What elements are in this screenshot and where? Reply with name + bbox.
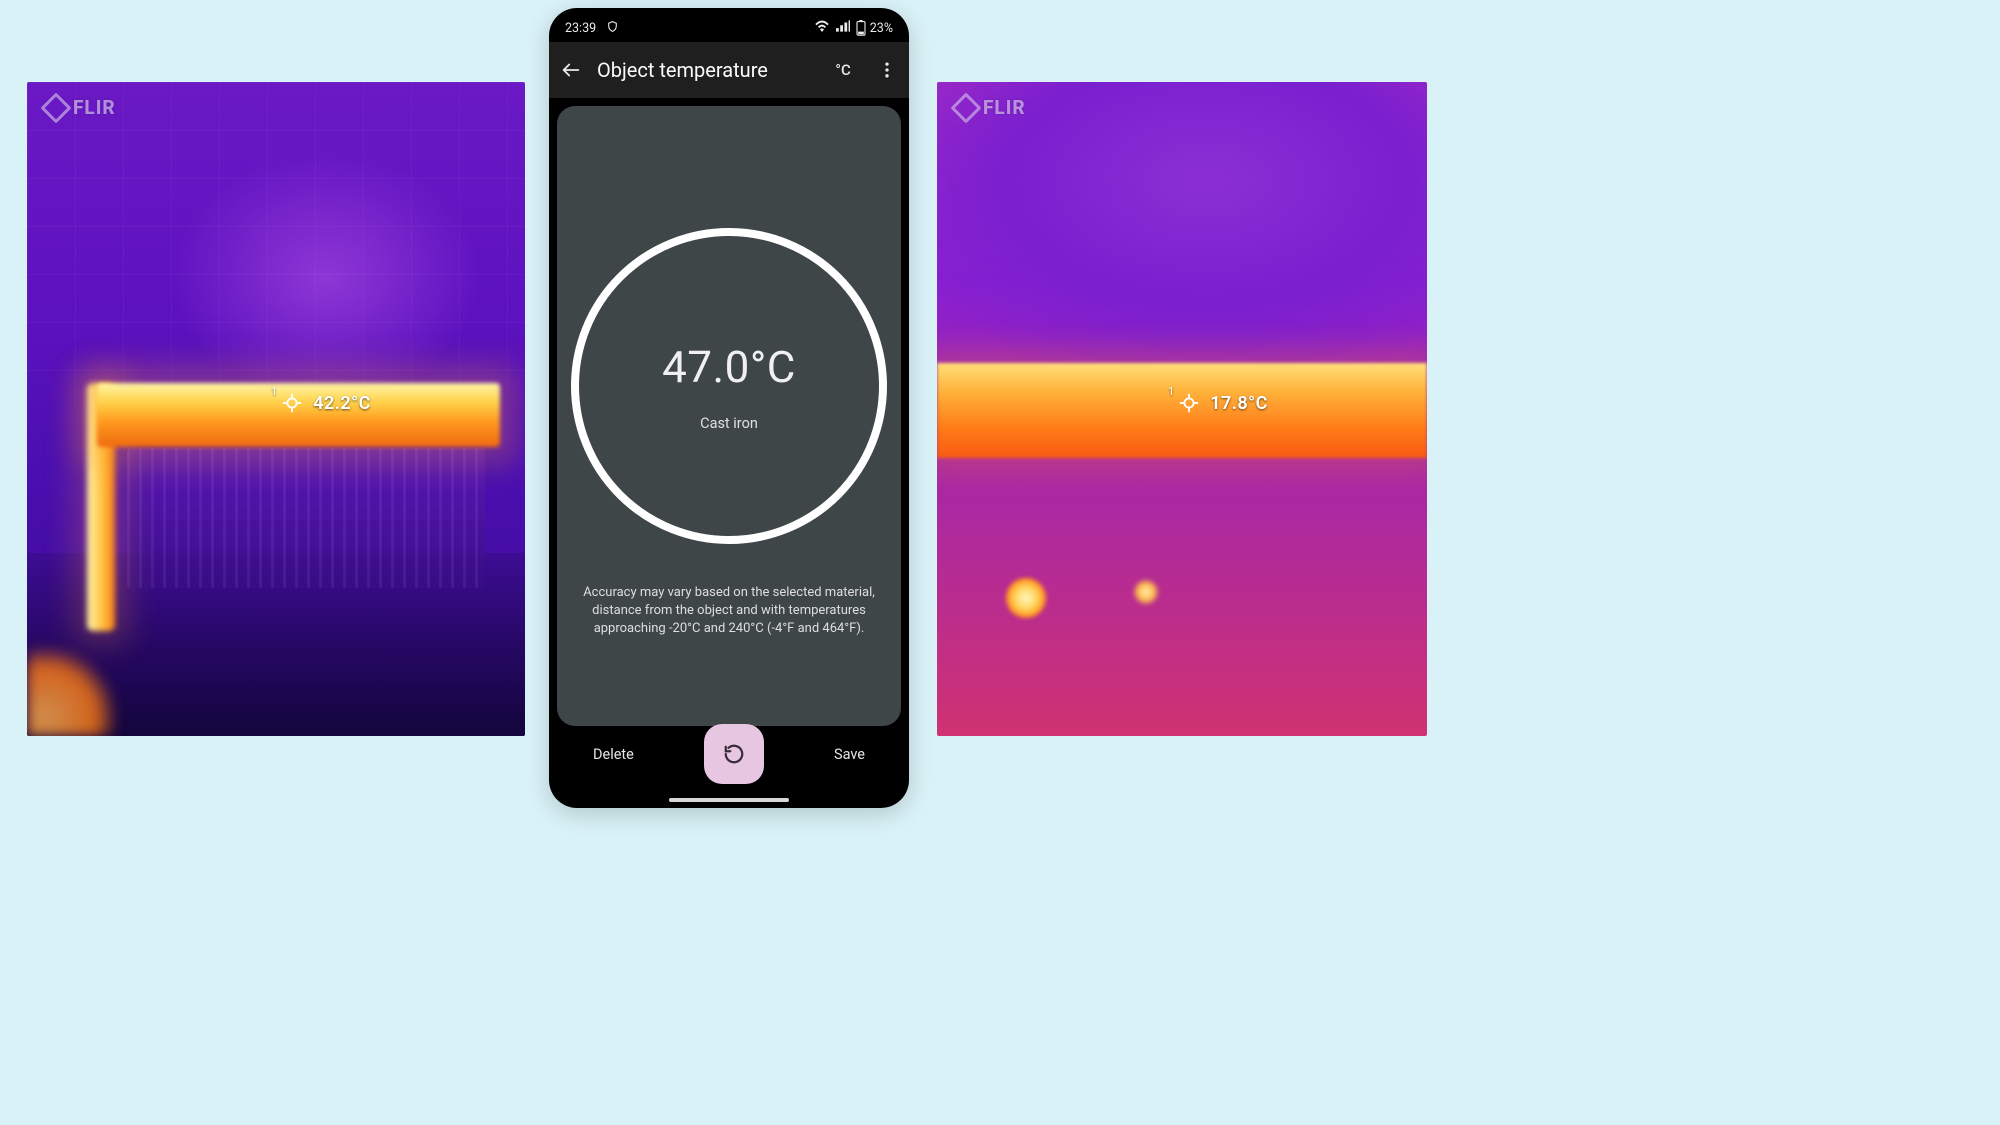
radiator-shape [127, 448, 486, 588]
spot-reading: 42.2°C [313, 393, 371, 414]
app-bar: Object temperature °C [549, 42, 909, 98]
spot-marker: 1 17.8°C [1162, 392, 1268, 414]
privacy-shield-icon [606, 19, 619, 38]
spot-index: 1 [1168, 385, 1174, 398]
battery-percent: 23% [870, 21, 893, 36]
app-title: Object temperature [597, 58, 811, 82]
flir-diamond-icon [950, 92, 981, 123]
crosshair-icon [1178, 392, 1200, 414]
cell-signal-icon [836, 20, 850, 36]
phone-frame: 23:39 [549, 8, 909, 808]
delete-button[interactable]: Delete [587, 736, 640, 773]
lamp-glow [1006, 578, 1046, 618]
action-row: Delete Save [549, 724, 909, 784]
flir-watermark: FLIR [955, 96, 1026, 119]
flir-text: FLIR [73, 96, 116, 119]
refresh-button[interactable] [704, 724, 764, 784]
flir-diamond-icon [40, 92, 71, 123]
refresh-icon [723, 743, 745, 765]
temperature-ring: 47.0°C Cast iron [571, 228, 887, 544]
corner-glow [27, 646, 117, 736]
flir-watermark: FLIR [45, 96, 116, 119]
back-button[interactable] [559, 58, 583, 82]
unit-toggle-button[interactable]: °C [825, 52, 861, 88]
overflow-menu-button[interactable] [875, 58, 899, 82]
accuracy-disclaimer: Accuracy may vary based on the selected … [575, 584, 883, 638]
thermal-image-right: FLIR 1 17.8°C [937, 82, 1427, 736]
spot-index: 1 [271, 385, 277, 398]
status-bar: 23:39 [549, 8, 909, 42]
gesture-home-bar[interactable] [669, 798, 789, 802]
save-button[interactable]: Save [828, 736, 871, 773]
spot-reading: 17.8°C [1210, 393, 1268, 414]
flir-text: FLIR [983, 96, 1026, 119]
wifi-icon [814, 20, 830, 36]
page-crop-fade [1440, 0, 2000, 1125]
crosshair-icon [281, 392, 303, 414]
unit-label: °C [835, 61, 851, 79]
temperature-value: 47.0°C [662, 341, 796, 393]
canvas: FLIR 1 42.2°C FLIR 1 [0, 0, 2000, 1125]
status-time: 23:39 [565, 21, 596, 36]
reading-card: 47.0°C Cast iron Accuracy may vary based… [557, 106, 901, 726]
material-label[interactable]: Cast iron [700, 415, 758, 432]
spot-marker: 1 42.2°C [265, 392, 371, 414]
battery-status: 23% [856, 20, 893, 36]
thermal-image-left: FLIR 1 42.2°C [27, 82, 525, 736]
battery-icon [856, 20, 866, 36]
